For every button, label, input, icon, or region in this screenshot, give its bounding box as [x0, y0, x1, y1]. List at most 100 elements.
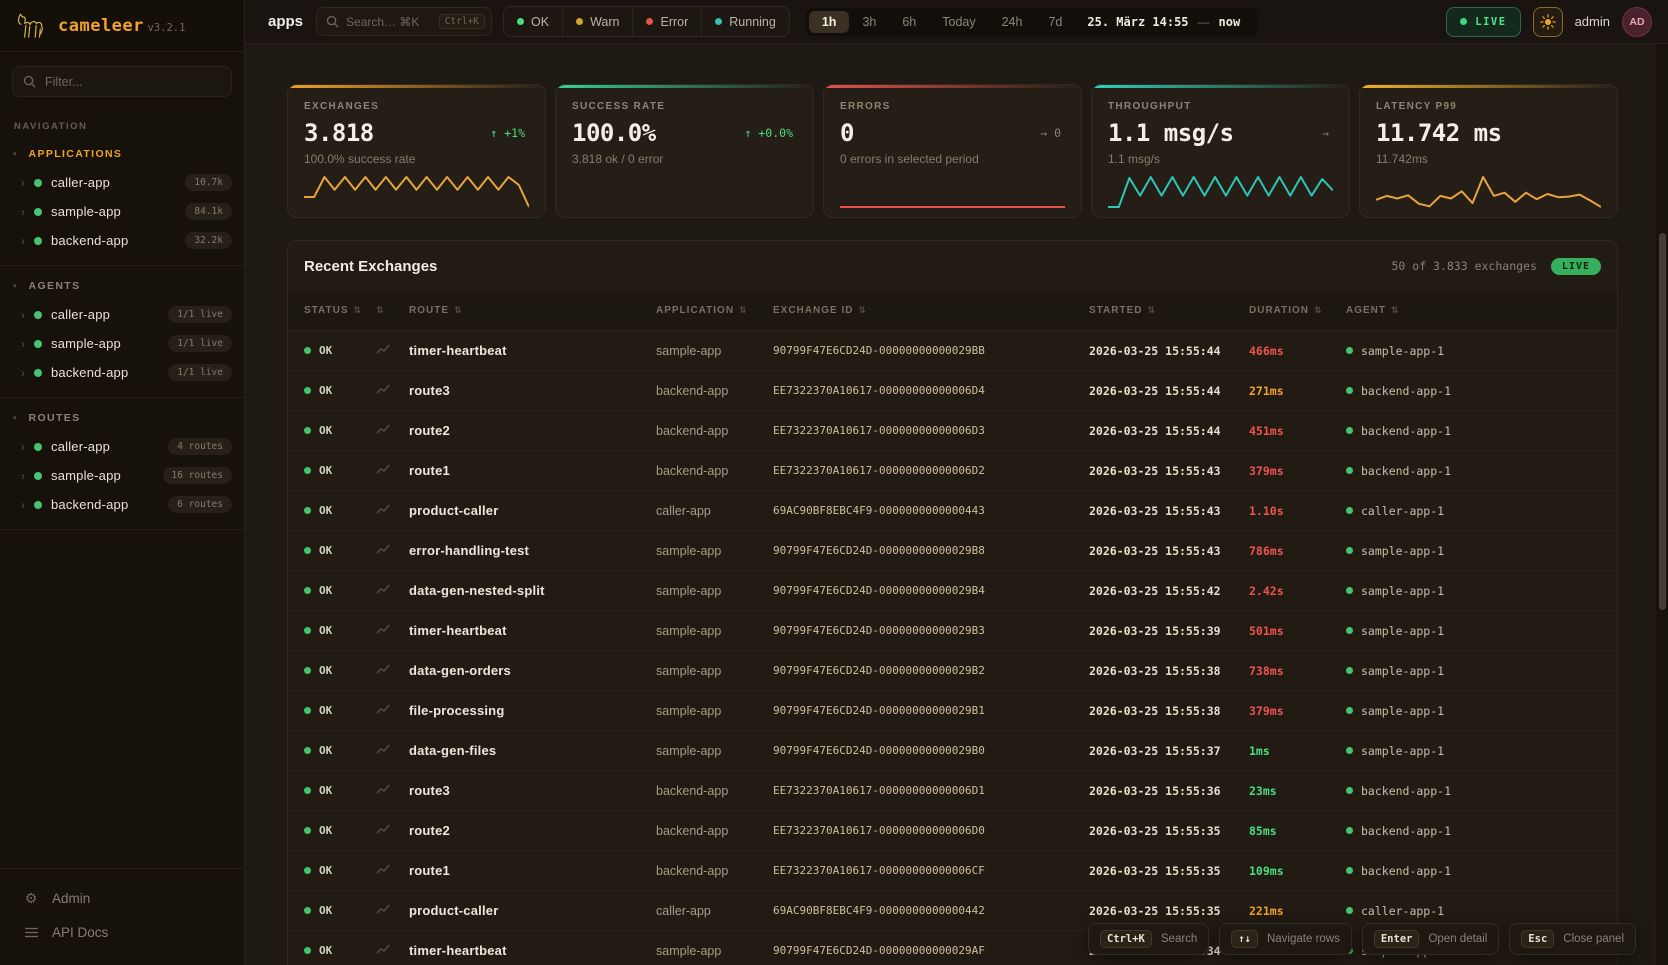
- table-row[interactable]: OK timer-heartbeat sample-app 90799F47E6…: [288, 331, 1617, 371]
- column-header-route[interactable]: ROUTE⇅: [409, 305, 656, 316]
- chevron-right-icon: ›: [21, 235, 25, 247]
- agent-dot-icon: [1346, 467, 1353, 474]
- route-name: data-gen-orders: [409, 663, 656, 678]
- sidebar-item-caller-app[interactable]: › caller-app 4 routes: [0, 432, 244, 461]
- sort-icon: ⇅: [354, 305, 363, 316]
- started-timestamp: 2026-03-25 15:55:44: [1089, 384, 1249, 398]
- sidebar-section: ▾ APPLICATIONS › caller-app 10.7k › samp…: [0, 134, 244, 266]
- agent-dot-icon: [1346, 747, 1353, 754]
- sidebar-item-caller-app[interactable]: › caller-app 1/1 live: [0, 300, 244, 329]
- ok-dot-icon: [304, 907, 311, 914]
- sidebar-item-api-docs[interactable]: API Docs: [0, 916, 244, 949]
- duration-value: 221ms: [1249, 904, 1346, 918]
- duration-value: 451ms: [1249, 424, 1346, 438]
- sidebar-item-sample-app[interactable]: › sample-app 1/1 live: [0, 329, 244, 358]
- column-header-exchange-id[interactable]: EXCHANGE ID⇅: [773, 305, 1089, 316]
- table-row[interactable]: OK file-processing sample-app 90799F47E6…: [288, 691, 1617, 731]
- duration-value: 2.42s: [1249, 584, 1346, 598]
- sidebar-item-caller-app[interactable]: › caller-app 10.7k: [0, 168, 244, 197]
- keyboard-hint: Ctrl+K Search: [1088, 923, 1209, 955]
- route-name: file-processing: [409, 703, 656, 718]
- table-row[interactable]: OK route2 backend-app EE7322370A10617-00…: [288, 411, 1617, 451]
- username: admin: [1575, 14, 1610, 29]
- time-range-6h[interactable]: 6h: [889, 11, 929, 33]
- filter-running[interactable]: Running: [701, 7, 789, 36]
- keyboard-hint: ↑↓ Navigate rows: [1219, 923, 1352, 955]
- trend-icon: [376, 943, 409, 958]
- time-range-buttons: 1h3h6hToday24h7d: [809, 11, 1076, 33]
- sidebar-item-label: sample-app: [51, 468, 154, 483]
- column-header-started[interactable]: STARTED⇅: [1089, 305, 1249, 316]
- sidebar-item-backend-app[interactable]: › backend-app 1/1 live: [0, 358, 244, 387]
- table-row[interactable]: OK product-caller caller-app 69AC90BF8EB…: [288, 491, 1617, 531]
- card-accent-bar: [1360, 85, 1617, 88]
- status-label: OK: [319, 824, 332, 837]
- panel-meta: 50 of 3.833 exchanges LIVE: [1392, 258, 1602, 275]
- column-header-agent[interactable]: AGENT⇅: [1346, 305, 1601, 316]
- table-row[interactable]: OK route2 backend-app EE7322370A10617-00…: [288, 811, 1617, 851]
- stat-card-subtitle: 0 errors in selected period: [840, 152, 1065, 166]
- avatar[interactable]: AD: [1622, 7, 1652, 37]
- time-range-today[interactable]: Today: [929, 11, 988, 33]
- column-header-duration[interactable]: DURATION⇅: [1249, 305, 1346, 316]
- sidebar-item-backend-app[interactable]: › backend-app 32.2k: [0, 226, 244, 255]
- status-label: OK: [319, 664, 332, 677]
- table-row[interactable]: OK route1 backend-app EE7322370A10617-00…: [288, 851, 1617, 891]
- column-header-application[interactable]: APPLICATION⇅: [656, 305, 773, 316]
- status-label: OK: [319, 784, 332, 797]
- filter-ok[interactable]: OK: [504, 7, 562, 36]
- search-input[interactable]: Search… ⌘K Ctrl+K: [316, 7, 492, 36]
- stat-card-label: LATENCY P99: [1376, 101, 1601, 112]
- time-range-24h[interactable]: 24h: [989, 11, 1036, 33]
- stat-card-delta: →: [1322, 126, 1329, 140]
- theme-toggle-button[interactable]: [1533, 7, 1563, 37]
- hint-label: Navigate rows: [1267, 933, 1340, 945]
- exchange-id: EE7322370A10617-00000000000006D1: [773, 784, 1089, 797]
- trend-icon: [376, 583, 409, 598]
- sidebar-section-header[interactable]: ▾ ROUTES: [0, 406, 244, 432]
- sidebar-item-label: sample-app: [51, 336, 159, 351]
- exchange-id: EE7322370A10617-00000000000006D3: [773, 424, 1089, 437]
- table-row[interactable]: OK route3 backend-app EE7322370A10617-00…: [288, 371, 1617, 411]
- table-row[interactable]: OK timer-heartbeat sample-app 90799F47E6…: [288, 611, 1617, 651]
- exchange-id: EE7322370A10617-00000000000006D0: [773, 824, 1089, 837]
- table-row[interactable]: OK route1 backend-app EE7322370A10617-00…: [288, 451, 1617, 491]
- sidebar-section-header[interactable]: ▾ APPLICATIONS: [0, 142, 244, 168]
- table-row[interactable]: OK error-handling-test sample-app 90799F…: [288, 531, 1617, 571]
- table-row[interactable]: OK route3 backend-app EE7322370A10617-00…: [288, 771, 1617, 811]
- agent-name: caller-app-1: [1361, 504, 1444, 518]
- scrollbar-thumb[interactable]: [1659, 233, 1666, 610]
- agent-name: sample-app-1: [1361, 704, 1444, 718]
- stat-card-value: 100.0%: [572, 119, 656, 147]
- card-accent-bar: [556, 85, 813, 88]
- time-range-3h[interactable]: 3h: [849, 11, 889, 33]
- time-range-7d[interactable]: 7d: [1035, 11, 1075, 33]
- table-row[interactable]: OK data-gen-nested-split sample-app 9079…: [288, 571, 1617, 611]
- topbar-right: LIVE admin AD: [1446, 7, 1652, 37]
- agent-name: sample-app-1: [1361, 544, 1444, 558]
- application-name: backend-app: [656, 464, 773, 478]
- application-name: sample-app: [656, 584, 773, 598]
- filter-error[interactable]: Error: [632, 7, 701, 36]
- exchange-id: 90799F47E6CD24D-00000000000029BB: [773, 344, 1089, 357]
- live-toggle-button[interactable]: LIVE: [1446, 7, 1520, 37]
- sidebar-section-header[interactable]: ▾ AGENTS: [0, 274, 244, 300]
- sidebar-item-sample-app[interactable]: › sample-app 84.1k: [0, 197, 244, 226]
- table-row[interactable]: OK data-gen-files sample-app 90799F47E6C…: [288, 731, 1617, 771]
- column-header-status[interactable]: STATUS⇅: [304, 305, 376, 316]
- sidebar-item-backend-app[interactable]: › backend-app 6 routes: [0, 490, 244, 519]
- table-row[interactable]: OK data-gen-orders sample-app 90799F47E6…: [288, 651, 1617, 691]
- sidebar-item-sample-app[interactable]: › sample-app 16 routes: [0, 461, 244, 490]
- sidebar-filter-input[interactable]: Filter...: [12, 66, 232, 97]
- stat-card-subtitle: 3.818 ok / 0 error: [572, 152, 797, 166]
- scrollbar-track[interactable]: [1655, 44, 1668, 965]
- sidebar-item-label: sample-app: [51, 204, 176, 219]
- stat-card-exchanges: EXCHANGES 3.818 ↑ +1% 100.0% success rat…: [287, 84, 546, 218]
- sidebar-item-admin[interactable]: ⚙ Admin: [0, 881, 244, 916]
- filter-warn[interactable]: Warn: [562, 7, 632, 36]
- ok-dot-icon: [304, 627, 311, 634]
- column-header-trend[interactable]: ⇅: [376, 305, 409, 316]
- time-range-1h[interactable]: 1h: [809, 11, 850, 33]
- trend-icon: [376, 703, 409, 718]
- keyboard-hint: Esc Close panel: [1509, 923, 1636, 955]
